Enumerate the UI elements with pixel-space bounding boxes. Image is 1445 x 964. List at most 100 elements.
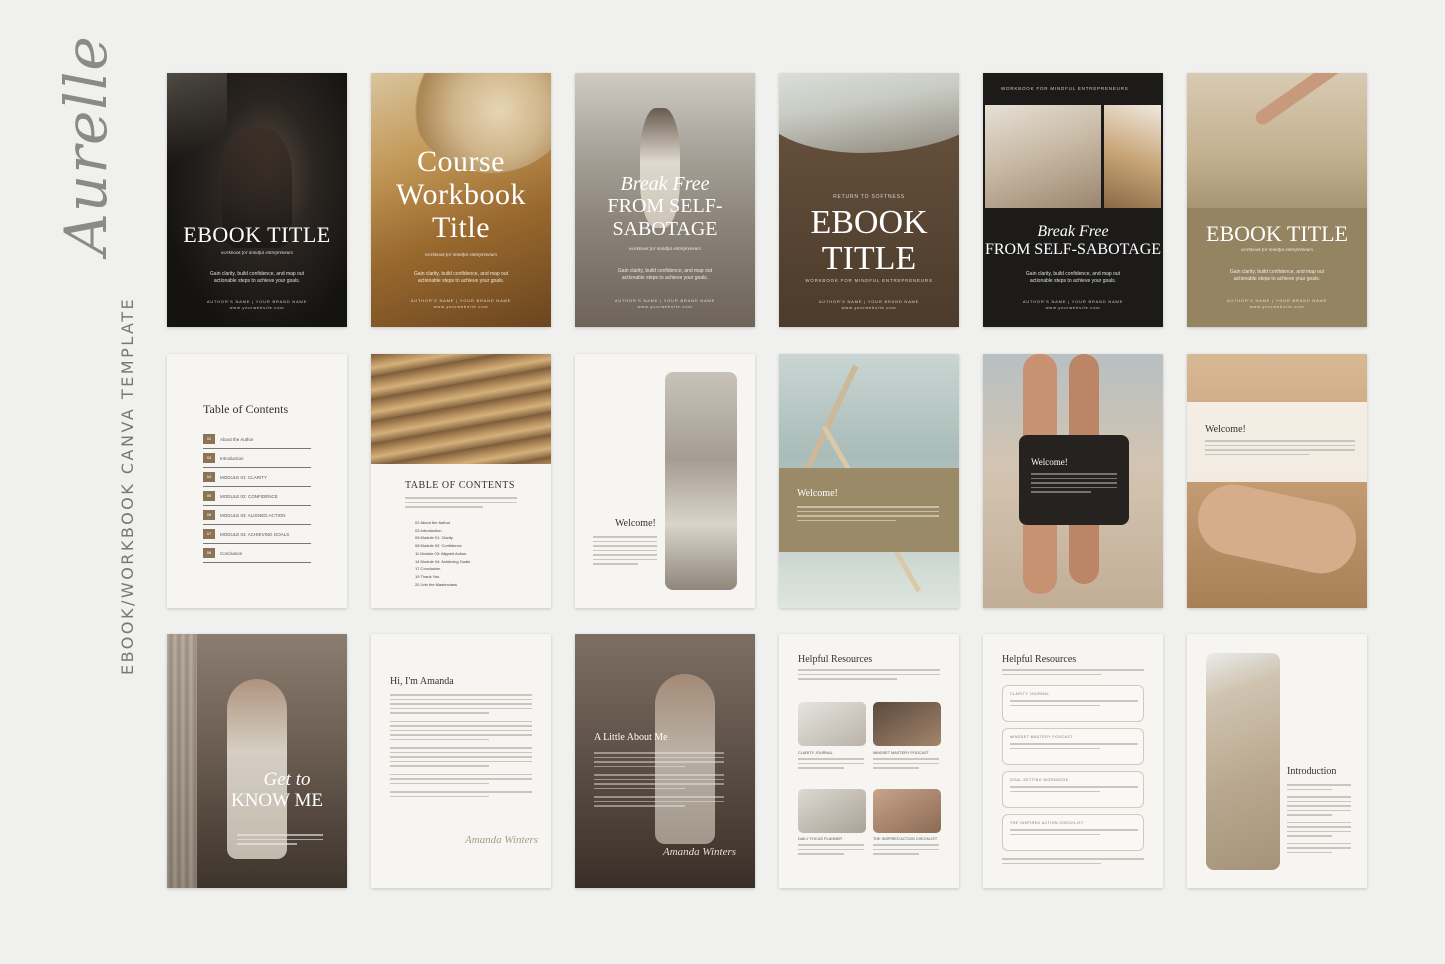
cover-photo-light <box>167 73 227 173</box>
cover-title-line3: SABOTAGE <box>612 217 718 240</box>
resource-card[interactable]: MINDSET MASTERY PODCAST <box>1002 728 1144 765</box>
cover-description: Gain clarity, build confidence, and map … <box>1025 271 1121 284</box>
cover-website: www.yourwebsite.com <box>433 304 489 309</box>
resource-card[interactable]: CLARITY JOURNAL <box>1002 685 1144 722</box>
resource-desc <box>798 844 864 858</box>
cover-author: AUTHOR'S NAME | YOUR BRAND NAME <box>1022 299 1124 304</box>
welcome-card: Welcome! <box>1019 435 1129 525</box>
welcome-text <box>797 506 939 524</box>
cover-tagline: workbook for mindful entrepreneurs <box>424 253 498 258</box>
page-table-of-contents-photo[interactable]: TABLE OF CONTENTS 02 About the Author 03 … <box>371 354 551 608</box>
toc-item: 06 MODULE 03: ALIGNED ACTION <box>203 506 311 525</box>
welcome-title: Welcome! <box>797 488 838 499</box>
resource-card[interactable]: THE INSPIRED ACTION CHECKLIST <box>1002 814 1144 851</box>
resource-photo-podcast <box>873 702 941 746</box>
intro-title: Introduction <box>1287 766 1337 777</box>
toc-intro-text <box>405 497 517 511</box>
resource-photo-journal <box>798 702 866 746</box>
page-welcome-feet[interactable]: Welcome! <box>1187 354 1367 608</box>
cover-photo-woman-bed <box>985 105 1101 208</box>
about-photo-curtain <box>167 634 197 888</box>
cover-title: EBOOK TITLE <box>183 222 331 247</box>
about-title-line2: KNOW ME <box>230 789 323 811</box>
cover-subtitle: WORKBOOK FOR MINDFUL ENTREPRENEURS <box>805 278 933 283</box>
bio-signature: Amanda Winters <box>465 834 539 846</box>
cover-tagline: workbook for mindful entrepreneurs <box>628 247 702 252</box>
cover-author: AUTHOR'S NAME | YOUR BRAND NAME <box>206 299 308 304</box>
cover-ebook-title-olive[interactable]: EBOOK TITLE workbook for mindful entrepr… <box>1187 73 1367 327</box>
cover-tagline: workbook for mindful entrepreneurs <box>220 251 294 256</box>
cover-return-to-softness[interactable]: RETURN TO SOFTNESS EBOOK TITLE WORKBOOK … <box>779 73 959 327</box>
cover-title-line2: TITLE <box>821 239 917 277</box>
resource-card[interactable]: GOAL-SETTING WORKBOOK <box>1002 771 1144 808</box>
page-welcome-dark-card[interactable]: Welcome! <box>983 354 1163 608</box>
resource-photo-planner <box>798 789 866 833</box>
page-helpful-resources-photos[interactable]: Helpful Resources CLARITY JOURNAL MINDSE… <box>779 634 959 888</box>
toc-item: 02 About the Author <box>203 430 311 449</box>
toc-list: 02 About the Author 03 Introduction 05 Mod… <box>415 520 471 587</box>
resource-label: MINDSET MASTERY PODCAST <box>873 751 929 755</box>
toc-item: 08 Conclusion <box>203 544 311 563</box>
page-welcome-arch[interactable]: Welcome! <box>575 354 755 608</box>
about-text <box>594 752 724 810</box>
cover-photo-wave <box>779 73 959 153</box>
cover-break-free-collage[interactable]: WORKBOOK FOR MINDFUL ENTREPRENEURS Break… <box>983 73 1163 327</box>
page-table-of-contents[interactable]: Table of Contents 02 About the Author 03 I… <box>167 354 347 608</box>
cover-author: AUTHOR'S NAME | YOUR BRAND NAME <box>818 299 920 304</box>
cover-title-line1: Break Free <box>620 173 710 195</box>
page-hi-im-amanda[interactable]: Hi, I'm Amanda Amanda Winters <box>371 634 551 888</box>
cover-author: AUTHOR'S NAME | YOUR BRAND NAME <box>614 298 716 303</box>
cover-description: Gain clarity, build confidence, and map … <box>1229 269 1325 282</box>
page-introduction[interactable]: Introduction <box>1187 634 1367 888</box>
welcome-band: Welcome! <box>1187 402 1367 482</box>
cover-course-workbook[interactable]: Course Workbook Title workbook for mindf… <box>371 73 551 327</box>
cover-photo-legs-beach <box>1187 73 1367 208</box>
cover-kicker: RETURN TO SOFTNESS <box>833 194 905 200</box>
resource-label: DAILY FOCUS PLANNER <box>798 837 842 841</box>
page-get-to-know-me[interactable]: Get to KNOW ME <box>167 634 347 888</box>
about-title: A Little About Me <box>594 732 668 743</box>
resource-label: CLARITY JOURNAL <box>798 751 833 755</box>
about-signature: Amanda Winters <box>663 846 737 858</box>
welcome-photo-feet <box>1191 478 1363 580</box>
welcome-title: Welcome! <box>1205 424 1246 435</box>
resources-intro <box>798 669 940 683</box>
page-helpful-resources-cards[interactable]: Helpful Resources CLARITY JOURNAL MINDSE… <box>983 634 1163 888</box>
cover-ebook-title-dark[interactable]: EBOOK TITLE workbook for mindful entrepr… <box>167 73 347 327</box>
page-welcome-grass[interactable]: Welcome! <box>779 354 959 608</box>
welcome-title: Welcome! <box>1031 457 1068 467</box>
cover-website: www.yourwebsite.com <box>229 305 285 310</box>
resources-title: Helpful Resources <box>1002 654 1077 665</box>
toc-item: 03 Introduction <box>203 449 311 468</box>
cover-title: EBOOK TITLE <box>1206 221 1348 246</box>
cover-title-line1: Break Free <box>1037 223 1109 240</box>
cover-title-line1: EBOOK <box>810 204 928 241</box>
resources-intro <box>1002 669 1144 678</box>
brand-subtitle: EBOOK/WORKBOOK CANVA TEMPLATE <box>118 296 137 675</box>
resources-title: Helpful Resources <box>798 654 873 665</box>
cover-website: www.yourwebsite.com <box>1249 304 1305 309</box>
cover-kicker: WORKBOOK FOR MINDFUL ENTREPRENEURS <box>1001 86 1129 91</box>
toc-item: 05 MODULE 02: CONFIDENCE <box>203 487 311 506</box>
welcome-text <box>1205 440 1355 458</box>
resource-desc <box>798 758 864 772</box>
cover-website: www.yourwebsite.com <box>1045 305 1101 310</box>
cover-photo-breakfast <box>1104 105 1161 208</box>
cover-website: www.yourwebsite.com <box>841 305 897 310</box>
page-a-little-about-me[interactable]: A Little About Me Amanda Winters <box>575 634 755 888</box>
toc-item: 07 MODULE 04: ACHIEVING GOALS <box>203 525 311 544</box>
about-title-line1: Get to <box>263 769 311 790</box>
cover-title-line2: FROM SELF-SABOTAGE <box>984 240 1162 258</box>
cover-break-free[interactable]: Break Free FROM SELF- SABOTAGE workbook … <box>575 73 755 327</box>
cover-author: AUTHOR'S NAME | YOUR BRAND NAME <box>410 298 512 303</box>
resource-photo-checklist <box>873 789 941 833</box>
cover-description: Gain clarity, build confidence, and map … <box>617 268 713 281</box>
toc-photo-sand <box>371 354 551 464</box>
toc-item: 04 MODULE 01: CLARITY <box>203 468 311 487</box>
cover-website: www.yourwebsite.com <box>637 304 693 309</box>
intro-text <box>1287 784 1351 856</box>
welcome-band: Welcome! <box>779 468 959 552</box>
bio-title: Hi, I'm Amanda <box>390 676 454 687</box>
cover-tagline: workbook for mindful entrepreneurs <box>1240 248 1314 253</box>
cover-title-line2: FROM SELF- <box>607 195 723 218</box>
